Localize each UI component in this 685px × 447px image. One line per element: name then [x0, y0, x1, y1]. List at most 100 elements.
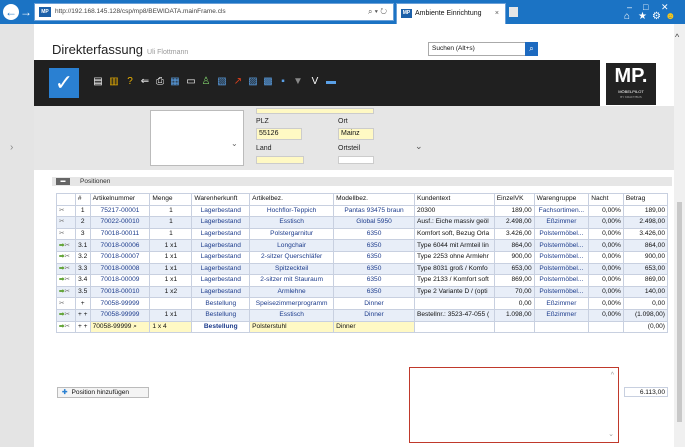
scissors-icon[interactable]: ✂ — [65, 276, 71, 283]
table-row-editing[interactable]: ➡✂ + + 70058-99999 ⌕ 1 x 4 Bestellung Po… — [56, 320, 669, 334]
forward-icon[interactable]: → — [18, 4, 34, 20]
scrollbar-thumb[interactable] — [677, 202, 682, 422]
print-icon[interactable]: ⎙ — [155, 76, 165, 88]
copy-icon[interactable]: ▨ — [248, 76, 258, 88]
table-row[interactable]: ➡✂ 3.2 70018-00007 1 x1 Lagerbestand 2-sitzer… — [56, 250, 669, 264]
new-document-icon[interactable]: ▤ — [93, 76, 103, 88]
row-actions[interactable]: ➡✂ — [56, 250, 76, 264]
calendar-icon[interactable]: ▬ — [326, 76, 336, 88]
search-refresh-icons[interactable]: ⌕ ▾ ↻ — [368, 4, 387, 20]
row-actions[interactable]: ✂ — [56, 297, 76, 310]
col-header[interactable]: Menge — [149, 193, 193, 206]
cell-artikelnummer: 75217-00001 — [89, 204, 151, 218]
land-field[interactable] — [256, 156, 304, 164]
delete-icon[interactable]: ▼ — [293, 76, 303, 88]
table-row[interactable]: ➡✂ 3.3 70018-00008 1 x1 Lagerbestand Spitzeck… — [56, 262, 669, 276]
document-icon[interactable]: ▦ — [170, 76, 180, 88]
confirm-check-button[interactable]: ✓ — [49, 68, 79, 98]
scissors-icon[interactable]: ✂ — [65, 253, 71, 260]
table-row[interactable]: ➡✂ 3.5 70018-00010 1 x2 Lagerbestand Armlehne… — [56, 285, 669, 299]
col-header[interactable]: Modellbez. — [333, 193, 415, 206]
page-icon[interactable]: ▧ — [217, 76, 227, 88]
scissors-icon[interactable]: ✂ — [65, 311, 71, 318]
col-header[interactable]: Warenherkunft — [191, 193, 251, 206]
scissors-icon[interactable]: ✂ — [59, 300, 65, 307]
back-icon[interactable]: ← — [3, 4, 19, 20]
table-row[interactable]: ✂ 2 70022-00010 1 Lagerbestand Esstisch Global… — [56, 216, 669, 229]
col-header[interactable]: # — [74, 193, 91, 206]
smiley-icon[interactable]: ☻ — [665, 11, 676, 22]
col-header[interactable]: EinzelVK — [493, 193, 535, 206]
table-row[interactable]: ➡✂ + +70058-99999 1 x1 Bestellung Esstisch Di… — [56, 308, 669, 322]
modellbez-input[interactable]: Dinner — [333, 320, 415, 334]
ortsteil-field[interactable] — [338, 156, 374, 164]
row-actions[interactable]: ➡✂ — [56, 320, 76, 334]
browser-tab[interactable]: MP Ambiente Einrichtung × — [396, 3, 506, 24]
street-field[interactable] — [256, 108, 374, 114]
row-actions[interactable]: ➡✂ — [56, 239, 76, 252]
scissors-icon[interactable]: ✂ — [59, 230, 65, 237]
row-actions[interactable]: ➡✂ — [56, 262, 76, 276]
scroll-down-icon[interactable]: ⌄ — [608, 430, 614, 438]
scissors-icon[interactable]: ✂ — [65, 265, 71, 272]
cell-artikelbez: Polstergarnitur — [249, 227, 335, 241]
table-row[interactable]: ✂ 3 70018-00011 1 Lagerbestand Polstergarnitu… — [56, 227, 669, 241]
pin-icon[interactable]: ↗ — [233, 76, 243, 88]
ort-field[interactable]: Mainz — [338, 128, 374, 140]
left-collapse-bar[interactable]: › — [0, 24, 34, 447]
help-icon[interactable]: ? — [125, 76, 135, 88]
menge-input[interactable]: 1 x 4 — [149, 320, 193, 334]
artikelbez-input[interactable]: Polsterstuhl — [249, 320, 335, 334]
row-actions[interactable]: ➡✂ — [56, 274, 76, 287]
person-icon[interactable]: ♙ — [201, 76, 211, 88]
export-icon[interactable]: ▩ — [263, 76, 273, 88]
star-icon[interactable]: ★ — [638, 11, 647, 22]
notes-icon[interactable]: ▥ — [109, 76, 119, 88]
search-icon[interactable]: ⌕ — [133, 323, 137, 330]
col-header[interactable]: Artikelnummer — [89, 193, 151, 206]
scissors-icon[interactable]: ✂ — [59, 207, 65, 214]
scroll-up-icon[interactable]: ^ — [675, 32, 679, 42]
new-tab-button[interactable] — [509, 7, 518, 17]
col-header[interactable]: Kundentext — [413, 193, 495, 206]
collapse-toggle-icon[interactable]: ▬ — [56, 178, 70, 185]
address-bar[interactable]: MP http://192.168.145.128/csp/mp8/BEWIDA… — [34, 3, 394, 21]
scroll-up-icon[interactable]: ^ — [611, 372, 614, 379]
search-input[interactable]: Suchen (Alt+s) — [428, 42, 528, 56]
chevron-down-icon[interactable]: ⌄ — [415, 141, 423, 152]
table-row[interactable]: ➡✂ 3.4 70018-00009 1 x1 Lagerbestand 2-sitzer… — [56, 274, 669, 287]
page-scrollbar[interactable]: ^ — [674, 24, 685, 447]
col-header[interactable]: Betrag — [622, 193, 669, 206]
scissors-icon[interactable]: ✂ — [65, 288, 71, 295]
kundentext-dropdown[interactable]: ^ ⌄ — [409, 367, 619, 443]
table-row[interactable]: ✂ +70058-99999 Bestellung Speisezimmerprogr… — [56, 297, 669, 310]
scissors-icon[interactable]: ✂ — [65, 242, 71, 249]
search-button[interactable]: ⌕ — [525, 42, 538, 56]
tab-close-icon[interactable]: × — [495, 4, 499, 23]
row-actions[interactable]: ✂ — [56, 227, 76, 241]
address-textbox[interactable]: ⌄ — [150, 110, 244, 166]
cell-betrag: 3.426,00 — [622, 227, 669, 241]
col-header[interactable]: Nacht — [588, 193, 624, 206]
row-actions[interactable]: ➡✂ — [56, 308, 76, 322]
row-actions[interactable]: ➡✂ — [56, 285, 76, 299]
table-row[interactable]: ✂ 1 75217-00001 1 Lagerbestand Hochflor-Teppi… — [56, 204, 669, 218]
home-icon[interactable]: ⌂ — [624, 11, 630, 22]
chevron-down-icon[interactable]: ⌄ — [231, 139, 238, 148]
filter-icon[interactable]: V — [310, 76, 320, 88]
row-actions[interactable]: ✂ — [56, 216, 76, 229]
keyboard-icon[interactable]: ▭ — [186, 76, 196, 88]
add-position-button[interactable]: ✚ Position hinzufügen — [57, 387, 149, 398]
col-header[interactable]: Artikelbez. — [249, 193, 335, 206]
import-icon[interactable]: ▪ — [278, 76, 288, 88]
scissors-icon[interactable]: ✂ — [59, 218, 65, 225]
kundentext-input[interactable] — [413, 320, 495, 334]
gear-icon[interactable]: ⚙ — [652, 11, 661, 22]
artikelnummer-input[interactable]: 70058-99999 ⌕ — [89, 320, 151, 334]
plz-field[interactable]: 55126 — [256, 128, 302, 140]
row-actions[interactable]: ✂ — [56, 204, 76, 218]
col-header[interactable]: Warengruppe — [533, 193, 590, 206]
back-arrow-icon[interactable]: ⇐ — [140, 76, 150, 88]
table-row[interactable]: ➡✂ 3.1 70018-00006 1 x1 Lagerbestand Longchai… — [56, 239, 669, 252]
expand-arrow-icon[interactable]: › — [10, 142, 13, 153]
